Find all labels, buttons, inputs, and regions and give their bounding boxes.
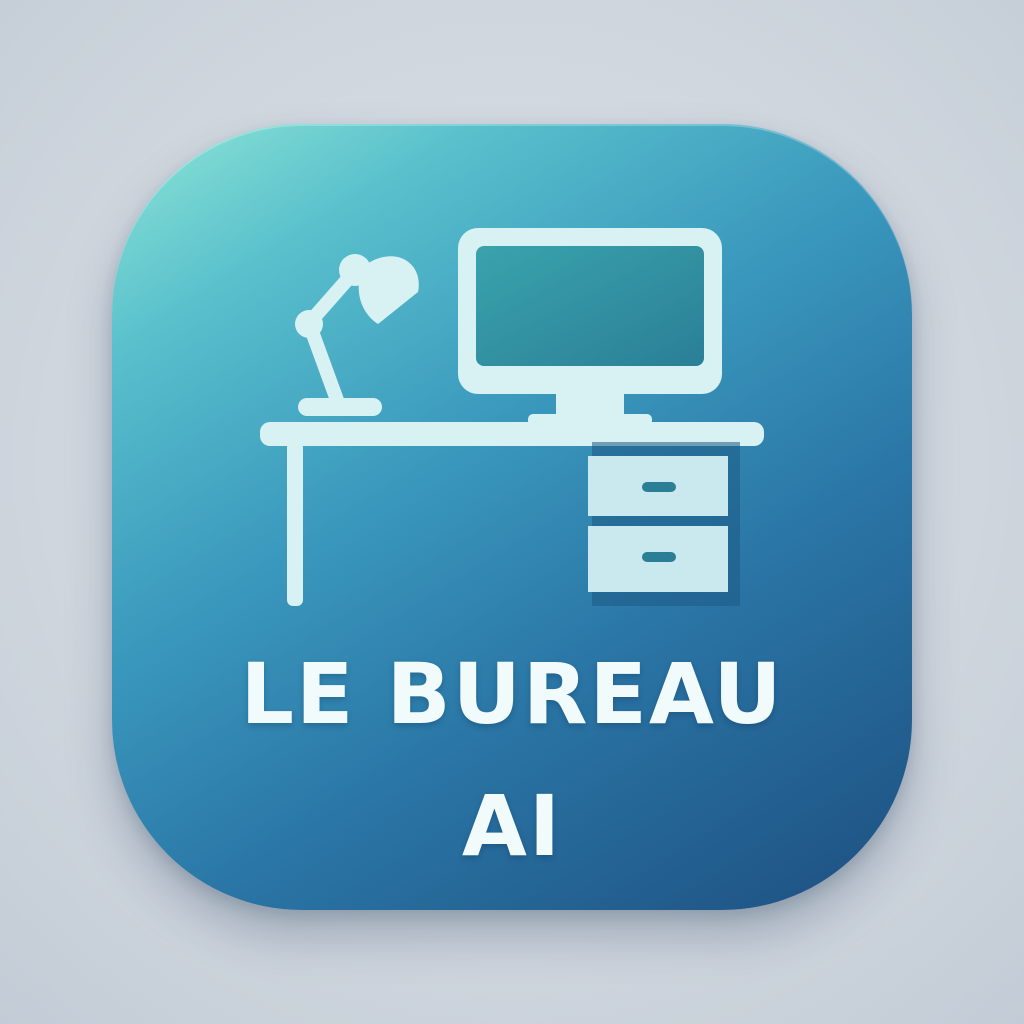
monitor-icon bbox=[458, 228, 722, 426]
drawer-cabinet-icon bbox=[588, 442, 740, 606]
app-title-line-1: LE BUREAU bbox=[240, 645, 784, 743]
app-icon[interactable]: LE BUREAU AI bbox=[112, 124, 912, 910]
app-title-line-2: AI bbox=[461, 777, 563, 875]
desk-lamp-icon bbox=[295, 254, 419, 416]
